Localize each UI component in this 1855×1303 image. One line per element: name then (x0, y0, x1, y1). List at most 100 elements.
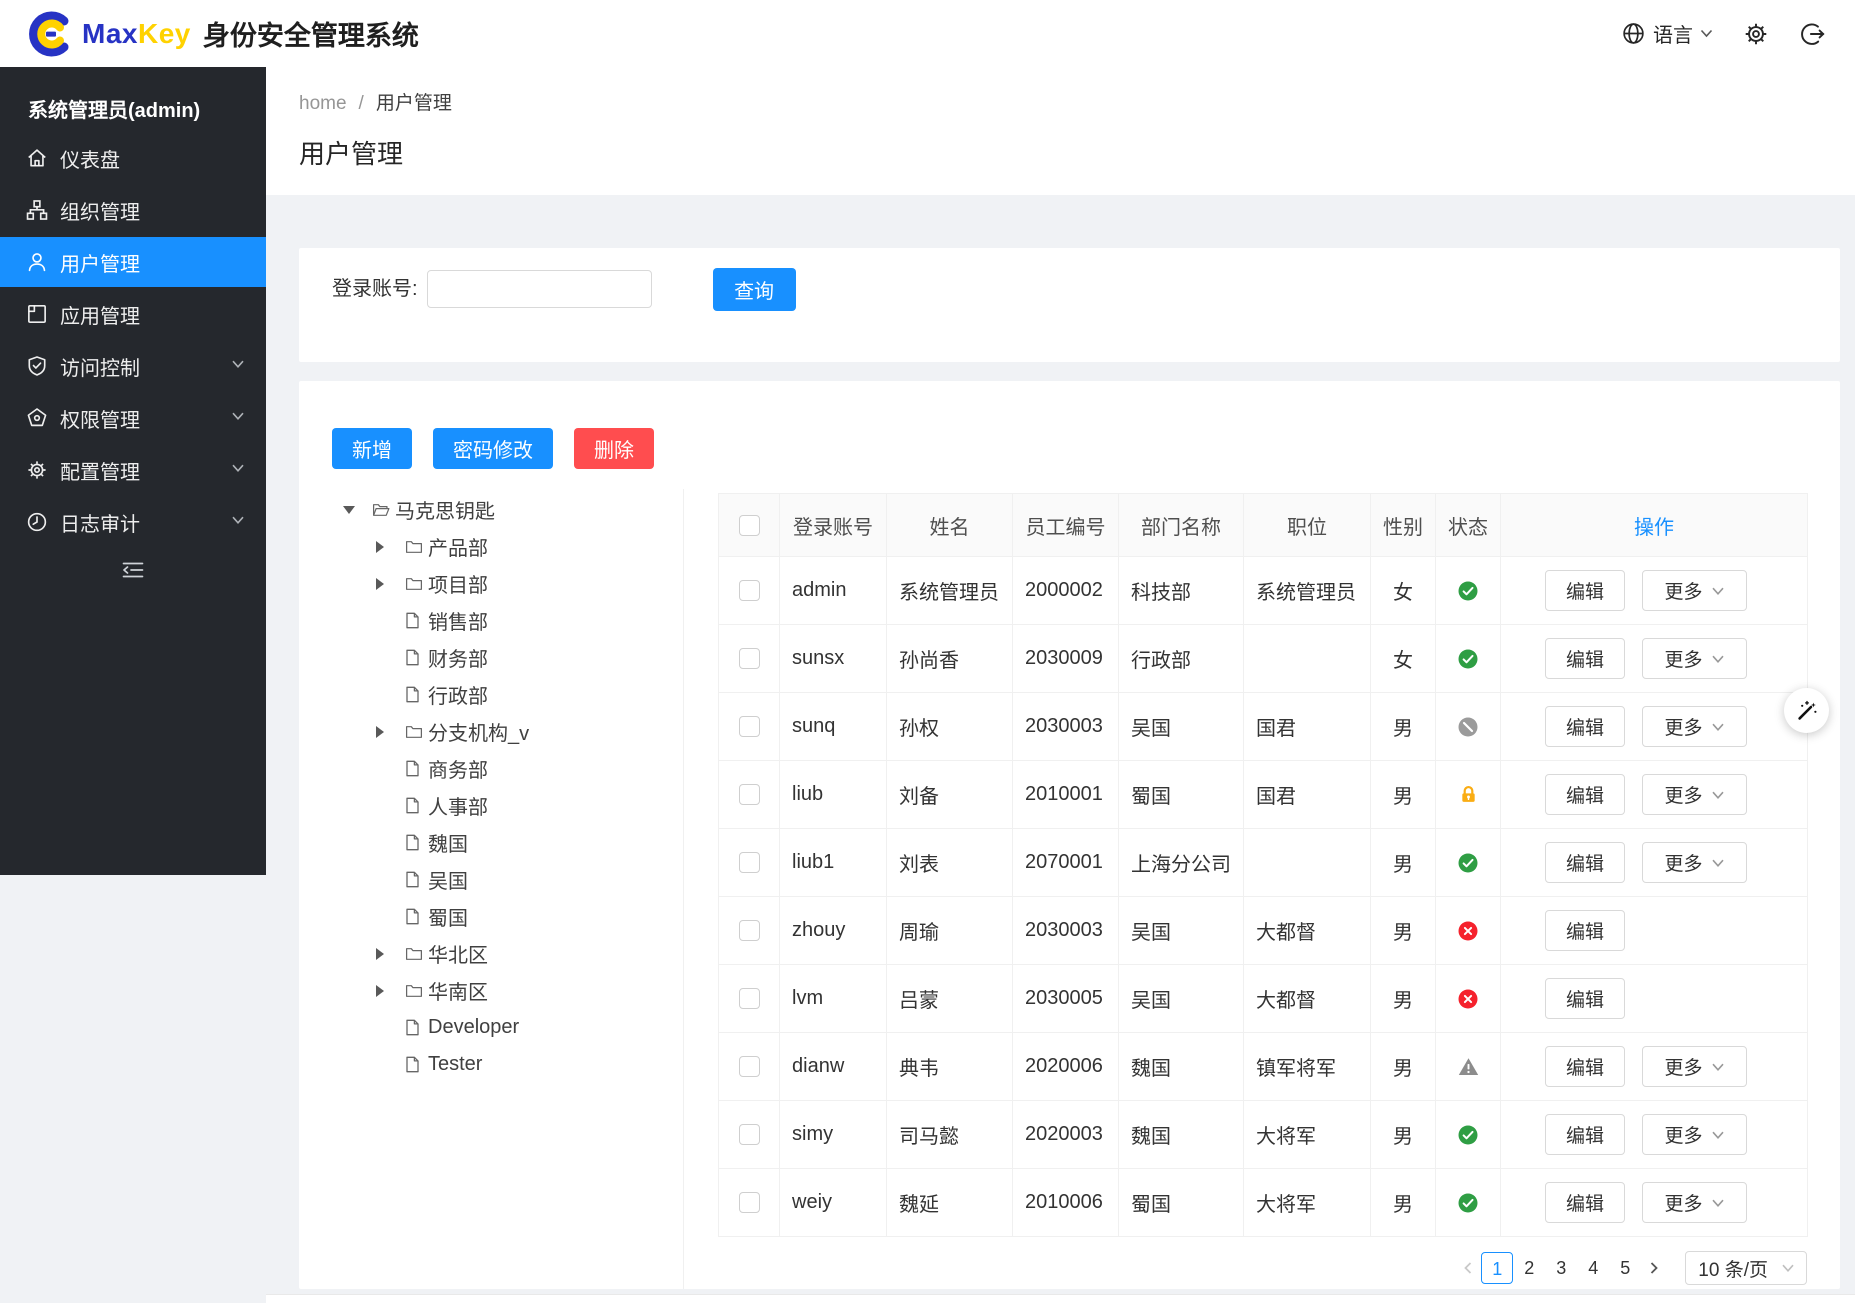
row-checkbox[interactable] (739, 988, 760, 1009)
cell-account: simy (780, 1101, 887, 1169)
row-checkbox[interactable] (739, 648, 760, 669)
select-all-checkbox[interactable] (739, 515, 760, 536)
file-icon (405, 908, 426, 925)
row-checkbox[interactable] (739, 920, 760, 941)
sidebar-item-org[interactable]: 组织管理 (0, 185, 266, 235)
column-header: 姓名 (887, 494, 1013, 557)
edit-button[interactable]: 编辑 (1545, 570, 1625, 611)
column-header[interactable]: 操作 (1501, 494, 1808, 557)
more-button[interactable]: 更多 (1642, 1046, 1747, 1087)
cell-account: admin (780, 557, 887, 625)
cell-status (1436, 625, 1501, 693)
menu-fold-icon[interactable] (0, 561, 266, 579)
tree-node[interactable]: 魏国 (376, 824, 683, 861)
add-button[interactable]: 新增 (332, 428, 412, 469)
sidebar-item-audit[interactable]: 日志审计 (0, 497, 266, 547)
tree-node[interactable]: Tester (376, 1046, 683, 1083)
more-button[interactable]: 更多 (1642, 706, 1747, 747)
tree-caret-down-icon[interactable] (343, 506, 372, 514)
query-button[interactable]: 查询 (713, 268, 796, 311)
table-row: liub 刘备 2010001 蜀国 国君 男 编辑 更多 (719, 761, 1808, 829)
change-password-button[interactable]: 密码修改 (433, 428, 553, 469)
file-icon (405, 1056, 426, 1073)
more-button[interactable]: 更多 (1642, 1182, 1747, 1223)
edit-button[interactable]: 编辑 (1545, 910, 1625, 951)
row-checkbox[interactable] (739, 784, 760, 805)
tree-caret-right-icon[interactable] (376, 541, 405, 553)
tree-node[interactable]: 产品部 (376, 528, 683, 565)
language-menu[interactable]: 语言 (1621, 19, 1713, 48)
page-button-1[interactable]: 1 (1481, 1252, 1513, 1284)
tree-caret-right-icon[interactable] (376, 578, 405, 590)
more-button[interactable]: 更多 (1642, 1114, 1747, 1155)
logout-icon[interactable] (1799, 21, 1825, 47)
delete-button[interactable]: 删除 (574, 428, 654, 469)
tree-node[interactable]: 销售部 (376, 602, 683, 639)
page-button-5[interactable]: 5 (1609, 1252, 1641, 1284)
cell-gender: 男 (1371, 1169, 1436, 1237)
breadcrumb-home[interactable]: home (299, 93, 347, 114)
page-button-3[interactable]: 3 (1545, 1252, 1577, 1284)
magic-wand-fab[interactable] (1784, 688, 1829, 733)
tree-node[interactable]: 项目部 (376, 565, 683, 602)
page-button-2[interactable]: 2 (1513, 1252, 1545, 1284)
more-button[interactable]: 更多 (1642, 570, 1747, 611)
tree-node[interactable]: 蜀国 (376, 898, 683, 935)
cell-status (1436, 693, 1501, 761)
tree-node[interactable]: Developer (376, 1009, 683, 1046)
sidebar-item-dashboard[interactable]: 仪表盘 (0, 133, 266, 183)
tree-node[interactable]: 行政部 (376, 676, 683, 713)
settings-icon[interactable] (1743, 21, 1769, 47)
account-input[interactable] (427, 270, 652, 308)
status-active-icon (1458, 649, 1478, 669)
edit-button[interactable]: 编辑 (1545, 774, 1625, 815)
cell-gender: 男 (1371, 1101, 1436, 1169)
tree-node[interactable]: 人事部 (376, 787, 683, 824)
sidebar-item-access[interactable]: 访问控制 (0, 341, 266, 391)
tree-node[interactable]: 分支机构_v (376, 713, 683, 750)
chevron-down-icon (1712, 655, 1724, 663)
edit-button[interactable]: 编辑 (1545, 1046, 1625, 1087)
tree-caret-right-icon[interactable] (376, 948, 405, 960)
page-size-select[interactable]: 10 条/页 (1685, 1251, 1807, 1285)
row-checkbox[interactable] (739, 580, 760, 601)
more-button[interactable]: 更多 (1642, 638, 1747, 679)
sidebar-item-user[interactable]: 用户管理 (0, 237, 266, 287)
sidebar-menu: 仪表盘 组织管理 用户管理 应用管理 访问控制 权限管理 配置管理 (0, 133, 266, 547)
column-header: 性别 (1371, 494, 1436, 557)
more-button[interactable]: 更多 (1642, 842, 1747, 883)
row-checkbox[interactable] (739, 1192, 760, 1213)
tree-caret-right-icon[interactable] (376, 726, 405, 738)
page-button-4[interactable]: 4 (1577, 1252, 1609, 1284)
prev-page-button[interactable] (1455, 1252, 1481, 1284)
tree-caret-right-icon[interactable] (376, 985, 405, 997)
tree-node[interactable]: 商务部 (376, 750, 683, 787)
more-button[interactable]: 更多 (1642, 774, 1747, 815)
tree-node[interactable]: 吴国 (376, 861, 683, 898)
edit-button[interactable]: 编辑 (1545, 978, 1625, 1019)
row-checkbox[interactable] (739, 1124, 760, 1145)
row-checkbox[interactable] (739, 852, 760, 873)
cell-name: 刘表 (887, 829, 1013, 897)
edit-button[interactable]: 编辑 (1545, 1114, 1625, 1155)
tree-node[interactable]: 华南区 (376, 972, 683, 1009)
column-header: 员工编号 (1013, 494, 1119, 557)
panel-body: 马克思钥匙 产品部 项目部 销售部 财务部 行政部 分支机构_v 商务部 (299, 489, 1840, 1289)
tree-node[interactable]: 财务部 (376, 639, 683, 676)
breadcrumb: home/用户管理 (299, 91, 1855, 117)
edit-button[interactable]: 编辑 (1545, 638, 1625, 679)
row-checkbox[interactable] (739, 716, 760, 737)
cell-employee-no: 2010001 (1013, 761, 1119, 829)
edit-button[interactable]: 编辑 (1545, 842, 1625, 883)
tree-node[interactable]: 华北区 (376, 935, 683, 972)
cell-name: 魏延 (887, 1169, 1013, 1237)
next-page-button[interactable] (1641, 1252, 1667, 1284)
tree-node[interactable]: 马克思钥匙 (343, 491, 683, 528)
row-checkbox[interactable] (739, 1056, 760, 1077)
cell-employee-no: 2020006 (1013, 1033, 1119, 1101)
edit-button[interactable]: 编辑 (1545, 1182, 1625, 1223)
sidebar-item-config[interactable]: 配置管理 (0, 445, 266, 495)
sidebar-item-app[interactable]: 应用管理 (0, 289, 266, 339)
edit-button[interactable]: 编辑 (1545, 706, 1625, 747)
sidebar-item-permission[interactable]: 权限管理 (0, 393, 266, 443)
